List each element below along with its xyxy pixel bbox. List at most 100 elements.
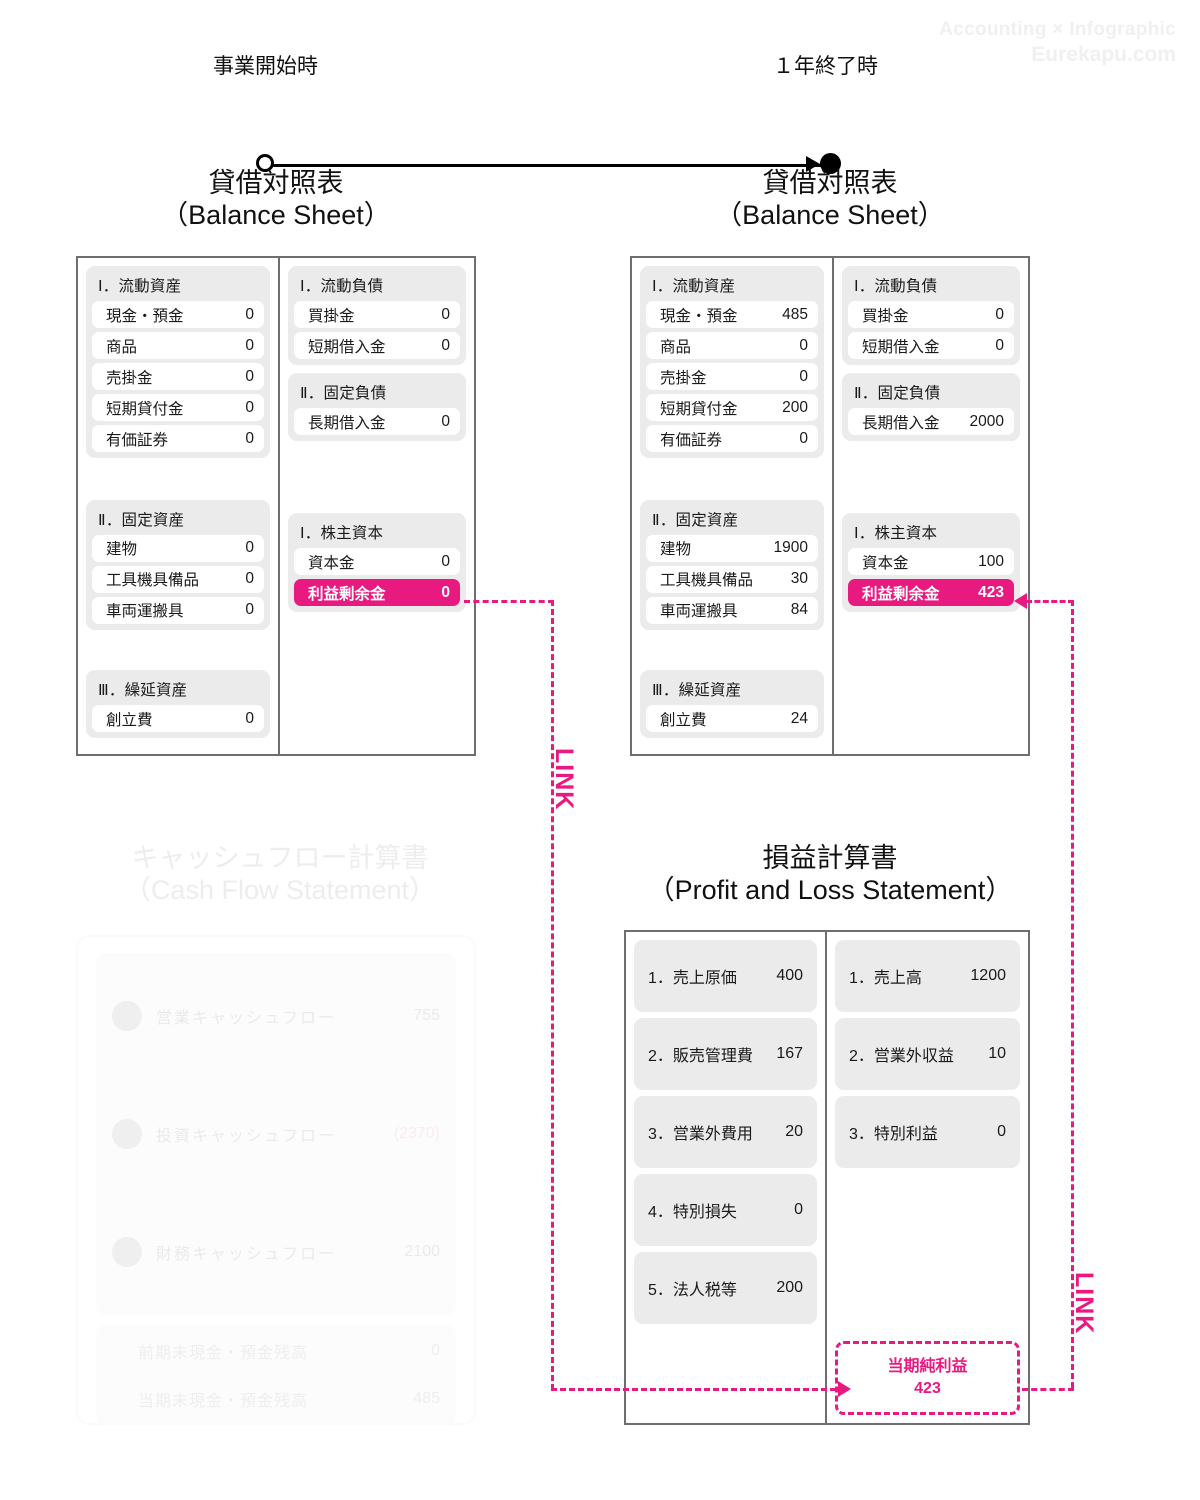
row-label: 前期末現金・預金残高 — [138, 1345, 309, 1362]
link-left-label: LINK — [550, 748, 578, 811]
bs-start-current-assets-group: Ⅰ．流動資産 現金・預金 0 商品 0 売掛金 0 短期貸付金 0 有価証券 0 — [86, 266, 270, 458]
row-value: 0 — [441, 583, 450, 601]
row-label: 3．営業外費用 — [648, 1126, 753, 1143]
row-value: 200 — [776, 1279, 804, 1296]
row-label: 4．特別損失 — [648, 1204, 737, 1221]
bs-end-liab-gap — [842, 449, 1020, 513]
row-value: 0 — [245, 570, 254, 588]
pl-expense-row: 3．営業外費用 20 — [634, 1096, 818, 1168]
bs-end-current-assets-row: 現金・預金 485 — [646, 301, 818, 328]
row-label: 商品 — [106, 338, 138, 356]
bs-end-equity-group: Ⅰ．株主資本 資本金 100 利益剰余金 423 — [841, 513, 1020, 612]
cash-flow-balance-row: 前期末現金・預金残高 0 — [96, 1327, 456, 1375]
retained-earnings-row: 利益剰余金 0 — [293, 579, 460, 606]
watermark-line-1: Accounting × Infographic — [939, 19, 1176, 40]
row-label: 買掛金 — [307, 307, 355, 325]
bs-start-current-liabilities-group-header: Ⅰ．流動負債 — [299, 278, 384, 295]
bs-start-fixed-liabilities-group-header: Ⅱ．固定負債 — [299, 385, 387, 402]
row-label: 創立費 — [660, 711, 707, 729]
pl-title-jp: 損益計算書 — [762, 843, 898, 873]
cash-flow-title: キャッシュフロー計算書 （Cash Flow Statement） — [70, 843, 490, 907]
pl-expense-row: 5．法人税等 200 — [634, 1252, 818, 1324]
timeline: 事業開始時 １年終了時 — [0, 50, 1200, 174]
bs-end-current-liabilities-group-header: Ⅰ．流動負債 — [853, 278, 938, 295]
row-label: 有価証券 — [660, 431, 723, 449]
link-left-arrow-icon — [838, 1381, 851, 1397]
bs-end-current-liabilities-row: 短期借入金 0 — [847, 332, 1014, 359]
row-value: 0 — [245, 305, 254, 323]
bs-start-current-assets-row: 短期貸付金 0 — [92, 394, 264, 421]
bs-end-current-assets-row: 売掛金 0 — [646, 363, 818, 390]
bs-end-fixed-assets-group: Ⅱ．固定資産 建物 1900 工具機具備品 30 車両運搬具 84 — [640, 499, 824, 630]
cash-flow-main-section: 営業キャッシュフロー 755 投資キャッシュフロー (2370) 財務キャッシュフロー 2… — [96, 953, 456, 1315]
cash-flow-row: 投資キャッシュフロー (2370) — [96, 1075, 456, 1193]
row-label: 買掛金 — [861, 307, 909, 325]
row-value: (2370) — [393, 1125, 440, 1142]
bs-end-fixed-assets-row: 工具機具備品 30 — [646, 565, 818, 593]
pl-revenues-column: 1．売上高 1200 2．営業外収益 10 3．特別利益 0 当期純利益 423 — [827, 932, 1028, 1423]
row-value: 0 — [995, 336, 1004, 354]
cash-flow-balance-section: 前期末現金・預金残高 0 当期末現金・預金残高 485 — [96, 1325, 456, 1425]
row-value: 400 — [776, 967, 804, 984]
timeline-start-label: 事業開始時 — [213, 55, 318, 78]
row-label: 車両運搬具 — [106, 603, 184, 621]
row-label: 利益剰余金 — [307, 585, 386, 603]
row-label: 営業キャッシュフロー — [156, 1010, 337, 1027]
link-right-arrow-icon — [1014, 593, 1027, 609]
bs-start-equity-group-header: Ⅰ．株主資本 — [299, 525, 384, 542]
row-value: 1900 — [773, 539, 808, 557]
cash-flow-row: 営業キャッシュフロー 755 — [96, 957, 456, 1075]
bs-end-equity-group-header: Ⅰ．株主資本 — [853, 525, 938, 542]
row-value: 485 — [413, 1390, 440, 1407]
pl-expense-row: 2．販売管理費 167 — [634, 1018, 818, 1090]
bs-end-current-liabilities-group: Ⅰ．流動負債買掛金 0 短期借入金 0 — [841, 266, 1020, 365]
row-label: 建物 — [106, 541, 138, 559]
pl-expense-row: 4．特別損失 0 — [634, 1174, 818, 1246]
bs-start-equity-group: Ⅰ．株主資本資本金 0 利益剰余金 0 — [287, 513, 466, 612]
row-value: 2100 — [404, 1243, 440, 1260]
bs-end-title-jp: 貸借対照表 — [762, 168, 898, 198]
timeline-end-label: １年終了時 — [773, 55, 878, 78]
row-label: 3．特別利益 — [849, 1126, 938, 1143]
bs-start-equity-row: 資本金 0 — [293, 548, 460, 575]
bs-end-title-en: （Balance Sheet） — [715, 199, 945, 230]
row-label: 資本金 — [861, 554, 909, 572]
link-left-segment-top — [464, 600, 554, 603]
row-value: 0 — [245, 709, 254, 727]
row-label: 売掛金 — [660, 369, 707, 387]
row-value: 0 — [245, 601, 254, 619]
row-value: 0 — [245, 429, 254, 447]
bs-start-current-liabilities-row: 短期借入金 0 — [293, 332, 460, 359]
row-label: 短期借入金 — [307, 338, 386, 356]
row-label: 工具機具備品 — [106, 572, 200, 590]
timeline-axis — [272, 164, 828, 167]
row-value: 0 — [431, 1342, 440, 1359]
bs-start-assets-gap-1 — [86, 466, 270, 500]
row-value: 0 — [441, 305, 450, 323]
row-value: 0 — [245, 367, 254, 385]
net-income-value: 423 — [914, 1380, 941, 1397]
row-value: 200 — [782, 398, 808, 416]
bs-start-deferred-assets-group: Ⅲ．繰延資産 創立費 0 — [86, 670, 270, 738]
bs-end-assets-gap-1 — [640, 466, 824, 500]
bs-end-assets-gap-2 — [640, 638, 824, 670]
row-value: 2000 — [969, 412, 1004, 430]
row-label: 投資キャッシュフロー — [156, 1128, 337, 1145]
bs-start-current-assets-row: 現金・預金 0 — [92, 301, 264, 328]
row-label: 短期貸付金 — [660, 400, 738, 418]
bs-start-current-liabilities-group: Ⅰ．流動負債買掛金 0 短期借入金 0 — [287, 266, 466, 365]
row-label: 短期貸付金 — [106, 400, 184, 418]
bs-end-fixed-assets-group-header: Ⅱ．固定資産 — [652, 511, 739, 529]
row-value: 84 — [790, 601, 808, 619]
row-value: 0 — [799, 429, 808, 447]
row-label: 建物 — [660, 541, 692, 559]
row-value: 0 — [441, 336, 450, 354]
row-value: 10 — [988, 1045, 1006, 1062]
bullet-icon — [112, 1237, 142, 1267]
balance-sheet-end: Ⅰ．流動資産 現金・預金 485 商品 0 売掛金 0 短期貸付金 200 有価証券 0 Ⅱ．固定資産… — [630, 256, 1030, 756]
row-value: 0 — [799, 336, 808, 354]
row-label: 長期借入金 — [307, 414, 386, 432]
bs-start-fixed-liabilities-group: Ⅱ．固定負債 長期借入金 0 — [287, 373, 466, 441]
row-value: 0 — [997, 1123, 1006, 1140]
row-label: 利益剰余金 — [861, 585, 940, 603]
